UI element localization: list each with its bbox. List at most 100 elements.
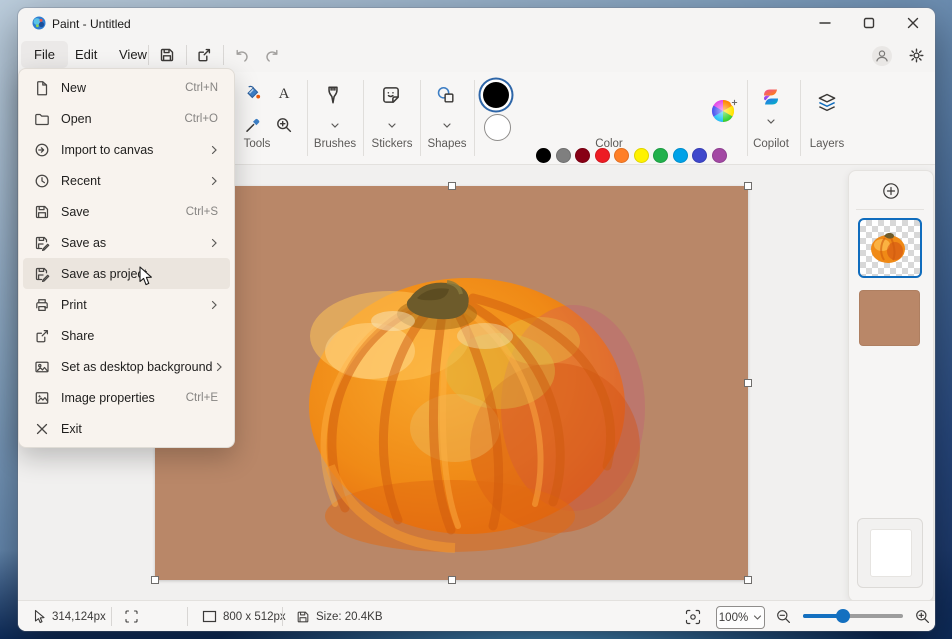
color-swatch[interactable] — [653, 148, 668, 163]
secondary-color-swatch[interactable] — [484, 114, 511, 141]
close-button[interactable] — [891, 8, 935, 38]
maximize-button[interactable] — [847, 8, 891, 38]
canvas-resize-handle[interactable] — [744, 379, 752, 387]
window-title: Paint - Untitled — [52, 17, 131, 31]
menu-item-set-as-desktop-background[interactable]: Set as desktop background — [23, 351, 230, 382]
color-swatch[interactable] — [536, 148, 551, 163]
menu-item-image-properties[interactable]: Image properties Ctrl+E — [23, 382, 230, 413]
edit-menu-button[interactable]: Edit — [62, 41, 110, 68]
selection-icon — [124, 609, 139, 624]
new-document-icon — [34, 80, 50, 96]
color-swatch[interactable] — [692, 148, 707, 163]
undo-button[interactable] — [229, 43, 253, 67]
selection-size — [124, 601, 139, 631]
menu-item-save-as-project[interactable]: Save as project — [23, 258, 230, 289]
desktop-wallpaper: Paint - Untitled File Edit View — [0, 0, 952, 639]
settings-button[interactable] — [904, 43, 928, 67]
menu-item-save[interactable]: Save Ctrl+S — [23, 196, 230, 227]
fit-to-screen-button[interactable] — [684, 601, 702, 631]
status-bar: 314,124px 800 x 512px Size: 20.4KB — [18, 600, 935, 631]
svg-text:A: A — [279, 86, 290, 102]
redo-button[interactable] — [260, 43, 284, 67]
sticker-icon — [380, 84, 402, 106]
canvas-resize-handle[interactable] — [448, 182, 456, 190]
pumpkin-thumbnail-art — [860, 220, 916, 272]
brushes-button[interactable] — [320, 82, 346, 108]
chevron-right-icon — [208, 299, 220, 311]
chevron-right-icon — [213, 361, 225, 373]
divider — [186, 45, 187, 65]
zoom-in-icon — [914, 608, 931, 625]
zoom-slider-thumb[interactable] — [836, 609, 850, 623]
fit-to-screen-icon — [684, 608, 702, 626]
color-swatch[interactable] — [556, 148, 571, 163]
menu-item-exit[interactable]: Exit — [23, 413, 230, 444]
layers-panel — [848, 170, 934, 602]
menu-item-import-to-canvas[interactable]: Import to canvas — [23, 134, 230, 165]
layer-thumbnail-background[interactable] — [859, 290, 920, 346]
canvas-resize-handle[interactable] — [744, 576, 752, 584]
color-swatch[interactable] — [673, 148, 688, 163]
background-layer-thumbnail[interactable] — [870, 529, 912, 577]
add-layer-button[interactable] — [879, 179, 903, 203]
shapes-button[interactable] — [433, 82, 459, 108]
color-swatch[interactable] — [575, 148, 590, 163]
primary-color-swatch[interactable] — [483, 82, 509, 108]
stickers-button[interactable] — [378, 82, 404, 108]
color-swatch[interactable] — [614, 148, 629, 163]
print-icon — [34, 297, 50, 313]
layers-button[interactable] — [814, 90, 840, 116]
canvas-resize-handle[interactable] — [744, 182, 752, 190]
menu-item-print[interactable]: Print — [23, 289, 230, 320]
view-menu-button[interactable]: View — [106, 41, 160, 68]
zoom-in-button[interactable] — [914, 601, 931, 631]
save-button[interactable] — [155, 43, 179, 67]
menu-item-open[interactable]: Open Ctrl+O — [23, 103, 230, 134]
menu-item-save-as[interactable]: Save as — [23, 227, 230, 258]
chevron-down-icon[interactable] — [387, 120, 398, 131]
layers-icon — [815, 91, 839, 115]
zoom-level-dropdown[interactable]: 100% — [716, 606, 765, 629]
chevron-down-icon[interactable] — [442, 120, 453, 131]
divider — [307, 80, 308, 156]
layer-thumbnail-pumpkin[interactable] — [858, 218, 922, 278]
canvas-size: 800 x 512px — [202, 601, 286, 631]
copilot-button[interactable] — [758, 84, 784, 110]
eyedropper-tool-button[interactable] — [240, 112, 266, 138]
color-swatch[interactable] — [634, 148, 649, 163]
magnifier-tool-button[interactable] — [271, 112, 297, 138]
pumpkin-painting — [155, 186, 748, 580]
color-swatch[interactable] — [712, 148, 727, 163]
divider — [223, 45, 224, 65]
file-menu-button[interactable]: File — [21, 41, 68, 68]
menu-item-new[interactable]: New Ctrl+N — [23, 72, 230, 103]
zoom-out-button[interactable] — [775, 601, 792, 631]
file-size-icon — [296, 610, 310, 624]
edit-colors-button[interactable] — [711, 97, 735, 121]
file-size: Size: 20.4KB — [296, 601, 382, 631]
title-bar[interactable]: Paint - Untitled — [18, 8, 935, 38]
canvas-resize-handle[interactable] — [151, 576, 159, 584]
zoom-slider[interactable] — [803, 614, 903, 618]
color-swatch[interactable] — [595, 148, 610, 163]
shapes-icon — [435, 84, 457, 106]
chevron-down-icon[interactable] — [330, 120, 341, 131]
menu-item-recent[interactable]: Recent — [23, 165, 230, 196]
file-dropdown-menu: New Ctrl+N Open Ctrl+O Import to canvas … — [18, 68, 235, 448]
menu-item-share[interactable]: Share — [23, 320, 230, 351]
share-button[interactable] — [192, 43, 216, 67]
chevron-down-icon[interactable] — [766, 116, 777, 127]
brush-icon — [322, 84, 344, 106]
minimize-button[interactable] — [803, 8, 847, 38]
save-icon — [34, 204, 50, 220]
magnifier-icon — [274, 115, 294, 135]
account-button[interactable] — [870, 44, 894, 68]
layers-group-label: Layers — [810, 138, 845, 150]
background-layer-slot[interactable] — [857, 518, 923, 588]
color-group-label: Color — [595, 138, 622, 150]
drawing-canvas[interactable] — [155, 186, 748, 580]
text-tool-button[interactable]: A — [271, 80, 297, 106]
recent-clock-icon — [34, 173, 50, 189]
fill-tool-button[interactable] — [240, 80, 266, 106]
canvas-resize-handle[interactable] — [448, 576, 456, 584]
